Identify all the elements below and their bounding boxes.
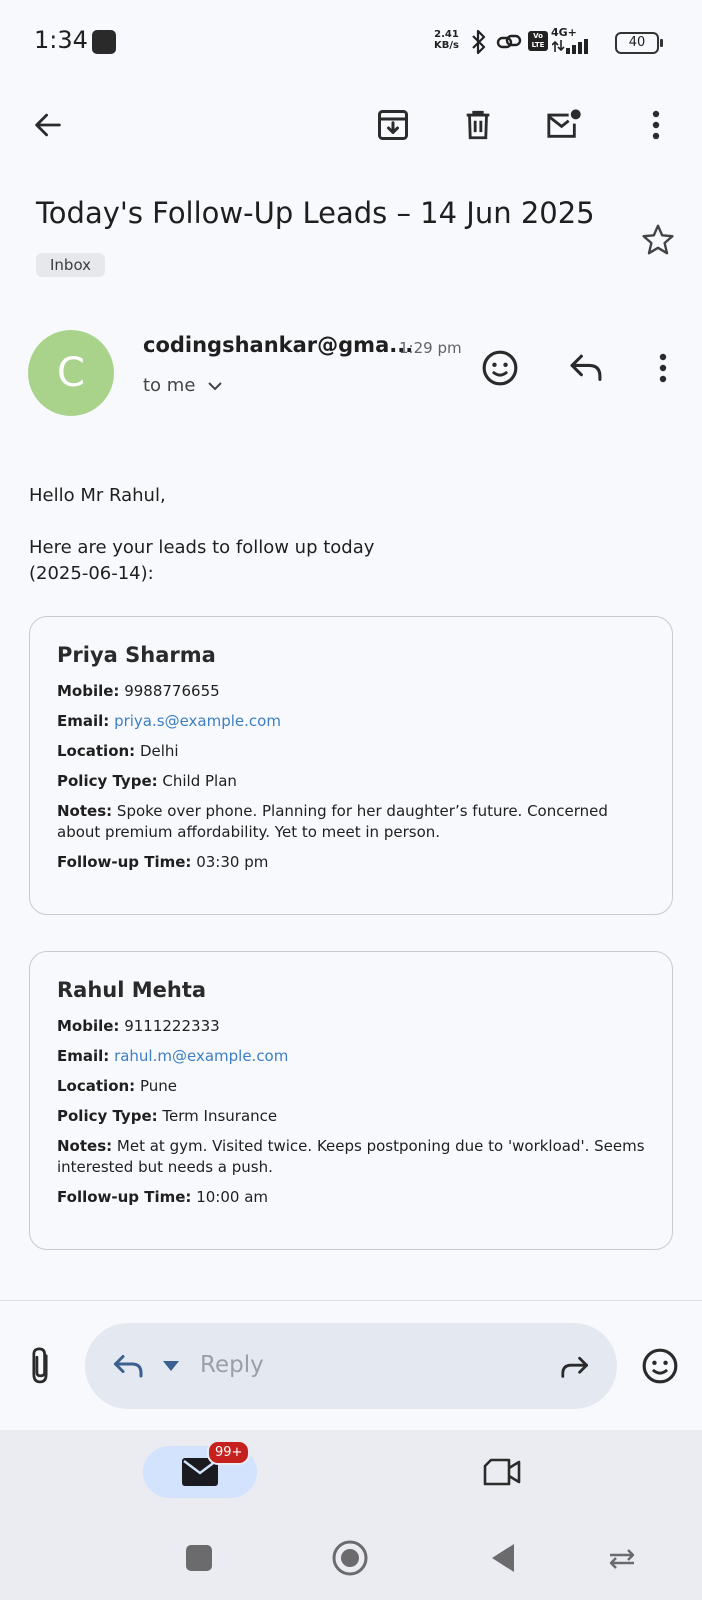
lead-name: Priya Sharma xyxy=(57,643,216,667)
battery-indicator: 40 xyxy=(615,32,663,54)
add-reaction-button[interactable] xyxy=(481,349,519,391)
hotspot-link-icon xyxy=(496,34,522,49)
lead-location-row: Location: Delhi xyxy=(57,741,645,762)
emoji-reaction-button[interactable] xyxy=(641,1347,679,1389)
lead-email-link[interactable]: priya.s@example.com xyxy=(114,712,281,730)
more-vert-icon xyxy=(659,353,667,383)
lead-email-link[interactable]: rahul.m@example.com xyxy=(114,1047,288,1065)
lead-policy-type: Term Insurance xyxy=(162,1107,278,1125)
lead-policy-row: Policy Type: Term Insurance xyxy=(57,1106,645,1127)
star-icon[interactable] xyxy=(640,222,676,258)
video-camera-icon xyxy=(483,1458,521,1486)
field-label: Mobile: xyxy=(57,1017,120,1035)
lead-location: Pune xyxy=(139,1077,177,1095)
lead-card: Rahul Mehta Mobile: 9111222333 Email: ra… xyxy=(29,951,673,1250)
unread-count-badge: 99+ xyxy=(207,1440,251,1465)
lead-location: Delhi xyxy=(139,742,179,760)
field-label: Follow-up Time: xyxy=(57,1188,192,1206)
signal-icon xyxy=(552,39,588,54)
field-label: Email: xyxy=(57,1047,110,1065)
nav-meet-tab[interactable] xyxy=(483,1456,521,1492)
lead-notes: Spoke over phone. Planning for her daugh… xyxy=(57,802,608,841)
emoji-icon xyxy=(482,350,518,386)
net-speed-unit: KB/s xyxy=(434,40,459,51)
field-label: Notes: xyxy=(57,1137,113,1155)
net-speed-value: 2.41 xyxy=(434,29,459,40)
reply-icon xyxy=(114,1355,143,1378)
home-button[interactable] xyxy=(332,1540,368,1576)
lead-notes-row: Notes: Met at gym. Visited twice. Keeps … xyxy=(57,1136,645,1178)
lead-followup-time: 10:00 am xyxy=(196,1188,269,1206)
lead-email-row: Email: rahul.m@example.com xyxy=(57,1046,645,1067)
reply-icon xyxy=(570,354,602,381)
more-options-button[interactable] xyxy=(634,103,678,147)
lead-card: Priya Sharma Mobile: 9988776655 Email: p… xyxy=(29,616,673,915)
mark-unread-button[interactable] xyxy=(541,103,585,147)
email-intro: Here are your leads to follow up today (… xyxy=(29,535,374,587)
reply-placeholder[interactable]: Reply xyxy=(200,1352,264,1378)
reply-mode-button[interactable] xyxy=(111,1352,147,1386)
lead-mobile-row: Mobile: 9111222333 xyxy=(57,1016,645,1037)
volte-icon: Vo LTE xyxy=(528,31,548,51)
arrow-left-icon xyxy=(35,113,61,137)
more-vert-icon xyxy=(652,110,660,140)
recent-apps-button[interactable] xyxy=(186,1545,212,1571)
field-label: Notes: xyxy=(57,802,113,820)
lead-notes: Met at gym. Visited twice. Keeps postpon… xyxy=(57,1137,645,1176)
attach-button[interactable] xyxy=(27,1345,53,1389)
email-intro-line: Here are your leads to follow up today xyxy=(29,537,375,558)
back-button[interactable] xyxy=(26,103,70,147)
field-label: Email: xyxy=(57,712,110,730)
field-label: Policy Type: xyxy=(57,772,158,790)
archive-button[interactable] xyxy=(371,103,415,147)
field-label: Follow-up Time: xyxy=(57,853,192,871)
caret-down-icon[interactable] xyxy=(162,1360,180,1372)
message-more-button[interactable] xyxy=(658,352,668,388)
email-subject: Today's Follow-Up Leads – 14 Jun 2025 xyxy=(36,196,595,230)
email-greeting: Hello Mr Rahul, xyxy=(29,485,166,506)
email-intro-line: (2025-06-14): xyxy=(29,563,154,584)
reply-button[interactable] xyxy=(567,350,605,388)
emoji-icon xyxy=(642,1348,678,1384)
field-label: Location: xyxy=(57,1077,136,1095)
lead-mobile[interactable]: 9988776655 xyxy=(124,682,219,700)
inbox-label-chip[interactable]: Inbox xyxy=(36,253,106,277)
field-label: Mobile: xyxy=(57,682,120,700)
back-nav-button[interactable] xyxy=(490,1543,516,1573)
divider xyxy=(0,1300,702,1301)
trash-icon xyxy=(466,110,490,140)
paperclip-icon xyxy=(32,1347,48,1384)
lead-followup-time: 03:30 pm xyxy=(196,853,269,871)
lead-followup-row: Follow-up Time: 03:30 pm xyxy=(57,852,645,873)
delete-button[interactable] xyxy=(456,103,500,147)
lead-name: Rahul Mehta xyxy=(57,978,207,1002)
lead-policy-row: Policy Type: Child Plan xyxy=(57,771,645,792)
lead-notes-row: Notes: Spoke over phone. Planning for he… xyxy=(57,801,645,843)
net-speed: 2.41 KB/s xyxy=(434,29,459,51)
notification-app-icon xyxy=(92,30,116,54)
status-time: 1:34 xyxy=(34,26,88,54)
bluetooth-icon xyxy=(472,29,486,55)
field-label: Location: xyxy=(57,742,136,760)
sender-avatar[interactable]: C xyxy=(28,330,114,416)
lead-mobile[interactable]: 9111222333 xyxy=(124,1017,219,1035)
lead-followup-row: Follow-up Time: 10:00 am xyxy=(57,1187,645,1208)
mail-unread-icon xyxy=(547,109,581,138)
recipient-details-toggle[interactable]: to me xyxy=(143,375,223,396)
lead-location-row: Location: Pune xyxy=(57,1076,645,1097)
chevron-down-icon xyxy=(208,381,223,390)
recipient-label: to me xyxy=(143,375,196,396)
forward-icon xyxy=(561,1356,588,1378)
switch-app-icon[interactable] xyxy=(606,1547,638,1571)
lead-email-row: Email: priya.s@example.com xyxy=(57,711,645,732)
lead-policy-type: Child Plan xyxy=(162,772,237,790)
archive-icon xyxy=(378,110,408,140)
sender-address[interactable]: codingshankar@gma... xyxy=(143,333,413,357)
sent-time: 1:29 pm xyxy=(399,339,462,357)
lead-mobile-row: Mobile: 9988776655 xyxy=(57,681,645,702)
field-label: Policy Type: xyxy=(57,1107,158,1125)
forward-button[interactable] xyxy=(556,1354,592,1386)
